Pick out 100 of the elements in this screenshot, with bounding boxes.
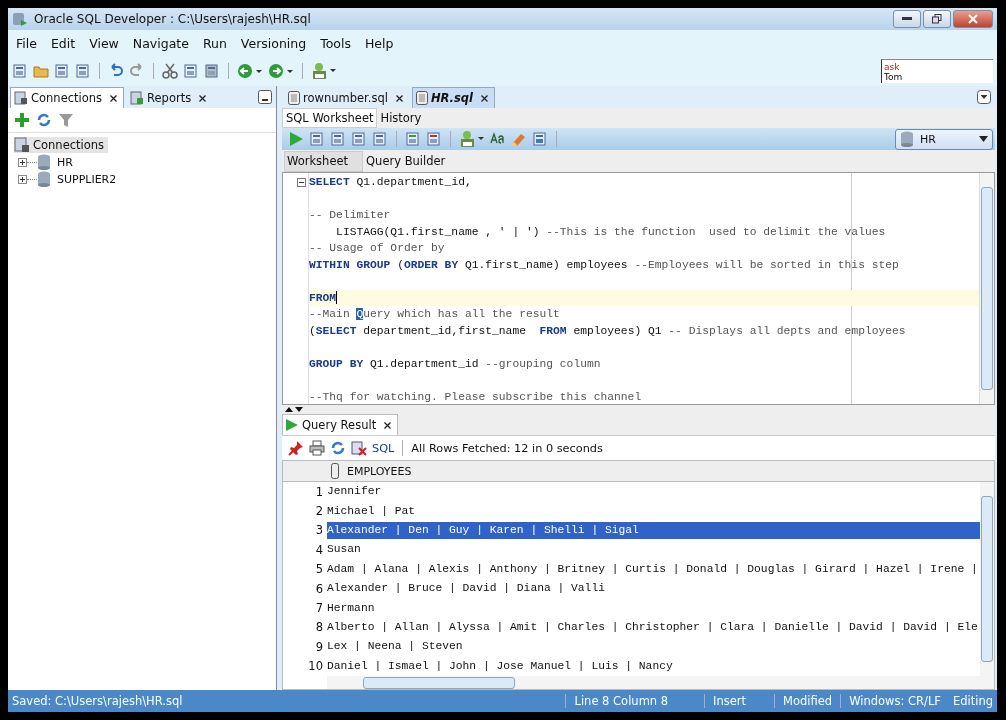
forward-arrow-icon[interactable] xyxy=(268,63,294,79)
table-cell[interactable]: Michael | Pat xyxy=(327,502,980,520)
editor-tab[interactable]: rownumber.sql xyxy=(284,87,410,108)
menu-item[interactable]: View xyxy=(89,35,119,51)
undo-icon[interactable] xyxy=(108,63,124,79)
table-cell[interactable]: Hermann xyxy=(327,599,980,617)
filter-icon[interactable] xyxy=(58,112,74,128)
panel-tab[interactable]: Connections xyxy=(10,87,125,108)
tree-item[interactable]: SUPPLIER2 xyxy=(37,171,121,187)
menu-item[interactable]: Help xyxy=(364,35,394,51)
scissors-icon[interactable] xyxy=(162,63,178,79)
tab-label: rownumber.sql xyxy=(303,91,388,105)
close-tab-icon[interactable] xyxy=(384,421,392,429)
menu-item[interactable]: Versioning xyxy=(240,35,307,51)
expand-icon[interactable] xyxy=(18,157,27,167)
result-tab[interactable]: Query Result xyxy=(282,414,399,435)
row-number: 7 xyxy=(314,601,324,616)
tree-item[interactable]: HR xyxy=(37,154,77,170)
table-cell[interactable]: Alexander | Den | Guy | Karen | Shelli | Sigal xyxy=(327,521,980,539)
status-message: Saved: C:\Users\rajesh\HR.sql xyxy=(12,694,183,708)
table-cell[interactable]: Daniel | Ismael | John | Jose Manuel | Luis | Nancy xyxy=(327,657,980,675)
letter-case-icon[interactable] xyxy=(490,131,506,147)
row-number: 2 xyxy=(314,504,324,519)
refresh-icon[interactable] xyxy=(330,440,346,456)
row-number: 8 xyxy=(314,620,324,635)
menu-item[interactable]: File xyxy=(16,35,37,51)
cursor-position: Line 8 Column 8 xyxy=(565,694,705,708)
code-line: --Thq for watching. Please subscribe this channel xyxy=(309,390,642,403)
close-icon xyxy=(968,14,978,24)
delete-icon[interactable] xyxy=(351,440,367,456)
sql-link[interactable]: SQL xyxy=(372,441,395,455)
edit-mode: Insert xyxy=(704,694,775,708)
close-tab-icon[interactable] xyxy=(481,94,488,102)
scrollbar[interactable] xyxy=(979,173,994,404)
run-icon xyxy=(285,418,299,432)
code-line: FROM xyxy=(309,291,338,304)
tab-list-icon[interactable] xyxy=(977,90,991,104)
minimize-button[interactable] xyxy=(893,10,921,28)
window-title: Oracle SQL Developer : C:\Users\rajesh\HR.sql xyxy=(34,12,311,26)
connection-select[interactable]: HR xyxy=(895,128,993,150)
worksheet-tab[interactable]: SQL Worksheet xyxy=(282,108,378,128)
splitter-arrows-icon[interactable] xyxy=(284,406,304,412)
restore-button[interactable] xyxy=(923,10,951,28)
connections-icon xyxy=(14,137,30,153)
database-user-icon[interactable] xyxy=(311,62,337,80)
row-number: 9 xyxy=(314,639,324,654)
database-app-icon xyxy=(12,11,28,27)
tab-label: Reports xyxy=(147,91,192,105)
worksheet-tab[interactable]: Query Builder xyxy=(363,151,461,172)
code-line: LISTAGG(Q1.first_name , ' | ') --This is the function used to delimit the values xyxy=(335,225,886,238)
table-cell[interactable]: Adam | Alana | Alexis | Anthony | Britney | Curtis | Donald | Douglas | Girard | Hazel | Irene | xyxy=(327,560,980,578)
back-arrow-icon[interactable] xyxy=(237,63,263,79)
folder-icon[interactable] xyxy=(33,63,49,79)
table-cell[interactable]: Susan xyxy=(327,541,980,559)
close-tab-icon[interactable] xyxy=(395,94,403,102)
close-button[interactable] xyxy=(953,10,993,28)
line-endings: Windows: CR/LF xyxy=(840,694,949,708)
printer-icon[interactable] xyxy=(309,440,325,456)
minimize-panel-icon[interactable] xyxy=(258,90,272,104)
menu-item[interactable]: Tools xyxy=(320,35,351,51)
pin-icon[interactable] xyxy=(288,440,304,456)
dropdown-arrow-icon xyxy=(979,136,988,142)
scrollbar[interactable] xyxy=(327,676,994,689)
panel-tab[interactable]: Reports xyxy=(126,87,214,108)
close-tab-icon[interactable] xyxy=(110,94,118,102)
code-line: (SELECT department_id,first_name FROM employees) Q1 -- Displays all depts and employees xyxy=(309,324,906,337)
expand-icon[interactable] xyxy=(18,174,27,184)
table-cell[interactable]: Jennifer xyxy=(327,483,980,501)
table-cell[interactable]: Lex | Neena | Steven xyxy=(327,638,980,656)
tab-label: HR.sql xyxy=(430,91,473,105)
database-user-icon[interactable] xyxy=(459,130,485,148)
menu-item[interactable]: Edit xyxy=(50,35,76,51)
row-number: 4 xyxy=(314,542,324,557)
table-cell[interactable]: Alexander | Bruce | David | Diana | Valli xyxy=(327,580,980,598)
refresh-icon[interactable] xyxy=(36,112,52,128)
code-line: --Main Query which has all the result xyxy=(309,308,560,320)
worksheet-tab[interactable]: Worksheet xyxy=(284,151,364,172)
tree-item[interactable]: Connections xyxy=(14,137,109,153)
ask-tom-field[interactable]: ask Tom xyxy=(881,59,993,83)
row-number: 6 xyxy=(314,581,324,596)
scrollbar[interactable] xyxy=(980,482,994,676)
close-tab-icon[interactable] xyxy=(199,94,207,102)
worksheet-tab[interactable]: History xyxy=(377,109,425,127)
row-number: 5 xyxy=(314,562,324,577)
code-editor[interactable] xyxy=(282,172,995,405)
code-line: GROUP BY Q1.department_id --grouping column xyxy=(309,357,601,370)
editor-tab[interactable]: HR.sql xyxy=(411,87,495,108)
code-line: SELECT Q1.department_id, xyxy=(309,176,472,188)
fold-icon[interactable] xyxy=(297,178,306,187)
menu-item[interactable]: Navigate xyxy=(132,35,189,51)
column-header[interactable]: EMPLOYEES xyxy=(347,464,412,478)
restore-icon xyxy=(932,14,942,24)
table-cell[interactable]: Alberto | Allan | Alyssa | Amit | Charles | Christopher | Clara | Danielle | David | David | Ele xyxy=(327,618,980,636)
tab-label: Query Result xyxy=(302,418,377,432)
code-line: -- Delimiter xyxy=(309,209,391,221)
redo-icon[interactable] xyxy=(129,63,145,79)
menu-item[interactable]: Run xyxy=(202,35,227,51)
row-number: 1 xyxy=(314,484,324,499)
add-icon[interactable] xyxy=(14,112,30,128)
row-number: 10 xyxy=(307,659,324,674)
